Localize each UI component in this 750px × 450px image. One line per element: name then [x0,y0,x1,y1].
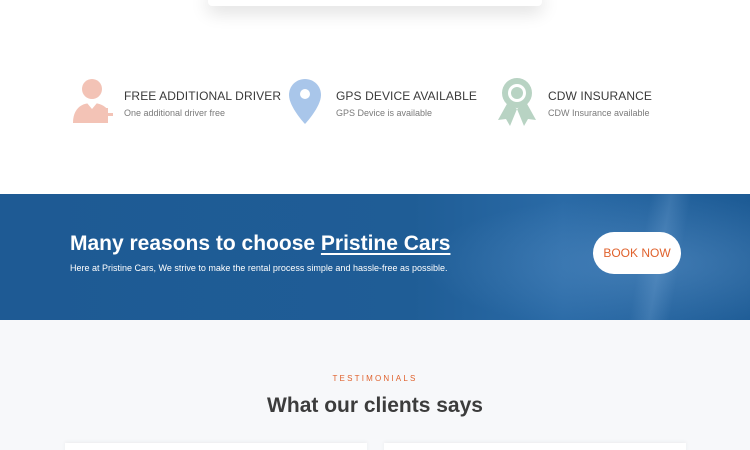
headline-prefix: Many reasons to choose [70,232,321,255]
promo-banner: Many reasons to choose Pristine Cars Her… [0,194,750,320]
brand-link[interactable]: Pristine Cars [321,232,451,255]
feature-title: FREE ADDITIONAL DRIVER [124,89,282,103]
feature-subtitle: One additional driver free [124,108,226,118]
testimonials-section: TESTIMONIALS What our clients says [0,320,750,450]
feature-subtitle: GPS Device is available [336,108,433,118]
top-card [208,0,542,6]
book-now-button[interactable]: BOOK NOW [593,232,681,274]
feature-subtitle: CDW Insurance available [548,108,650,118]
feature-title: CDW INSURANCE [548,89,652,103]
feature-title: GPS DEVICE AVAILABLE [336,89,477,103]
map-pin-icon [289,79,321,124]
testimonial-card [65,443,367,450]
banner-background-glow [420,194,750,320]
section-kicker: TESTIMONIALS [332,374,418,383]
award-ribbon-icon [498,78,536,126]
add-user-icon [73,79,113,123]
banner-headline: Many reasons to choose Pristine Cars [70,232,450,256]
banner-tagline: Here at Pristine Cars, We strive to make… [70,263,448,273]
section-heading: What our clients says [267,394,483,417]
testimonial-card [384,443,686,450]
